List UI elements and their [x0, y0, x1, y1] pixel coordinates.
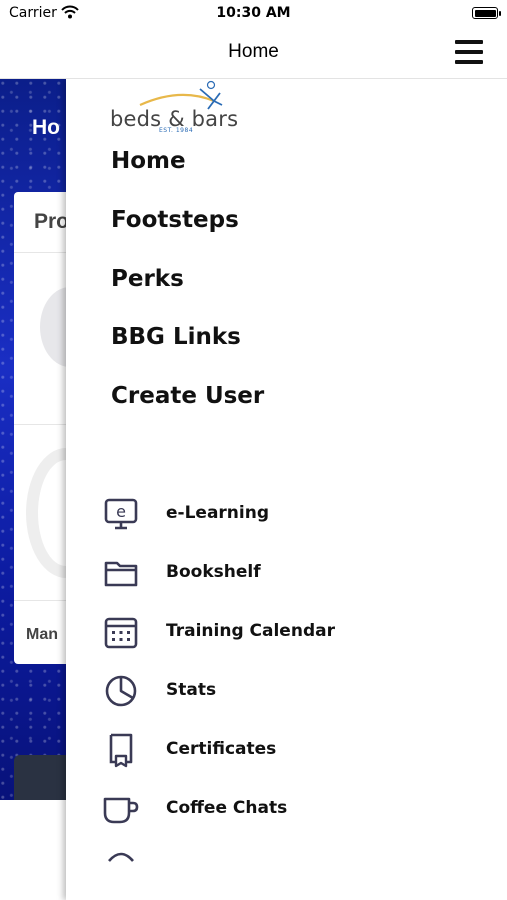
menu-item-create-user[interactable]: Create User	[111, 383, 264, 409]
side-drawer: beds & bars EST. 1984 Home Footsteps Per…	[66, 79, 507, 900]
background-page-title: Ho	[32, 116, 60, 139]
folder-icon	[104, 561, 138, 587]
navigation-bar: Home	[0, 28, 507, 79]
e-learning-icon: e	[104, 498, 138, 530]
menu-item-label: Certificates	[166, 739, 277, 759]
menu-item-footsteps[interactable]: Footsteps	[111, 207, 239, 233]
menu-item-certificates[interactable]: Certificates	[103, 731, 483, 771]
status-bar: Carrier 10:30 AM	[0, 0, 507, 28]
menu-item-home[interactable]: Home	[111, 148, 186, 174]
certificate-icon	[109, 733, 133, 768]
menu-item-coffee-chats[interactable]: Coffee Chats	[103, 790, 483, 830]
menu-item-label: Training Calendar	[166, 621, 335, 641]
background-photo	[14, 755, 74, 801]
brand-logo: beds & bars EST. 1984	[110, 79, 250, 137]
menu-item-label: Bookshelf	[166, 562, 261, 582]
svg-text:e: e	[116, 502, 126, 521]
menu-item-bookshelf[interactable]: Bookshelf	[103, 554, 483, 594]
menu-item-bbg-links[interactable]: BBG Links	[111, 324, 241, 350]
menu-item-e-learning[interactable]: e e-Learning	[103, 495, 483, 535]
hamburger-menu-icon[interactable]	[455, 38, 483, 66]
coffee-cup-icon	[103, 797, 139, 824]
battery-icon	[472, 7, 501, 19]
clock: 10:30 AM	[216, 5, 291, 21]
calendar-icon	[104, 617, 138, 649]
page-title: Home	[228, 41, 279, 62]
background-card-title: Pro	[34, 210, 70, 233]
logo-est-text: EST. 1984	[159, 127, 194, 134]
menu-item-perks[interactable]: Perks	[111, 266, 184, 292]
menu-item-training-calendar[interactable]: Training Calendar	[103, 613, 483, 653]
menu-item-stats[interactable]: Stats	[103, 672, 483, 712]
partial-menu-icon	[108, 852, 134, 862]
background-card-footer: Man	[26, 626, 58, 643]
menu-item-label: e-Learning	[166, 503, 270, 523]
menu-item-label: Stats	[166, 680, 217, 700]
pie-chart-icon	[105, 675, 137, 707]
menu-item-label: Coffee Chats	[166, 798, 288, 818]
